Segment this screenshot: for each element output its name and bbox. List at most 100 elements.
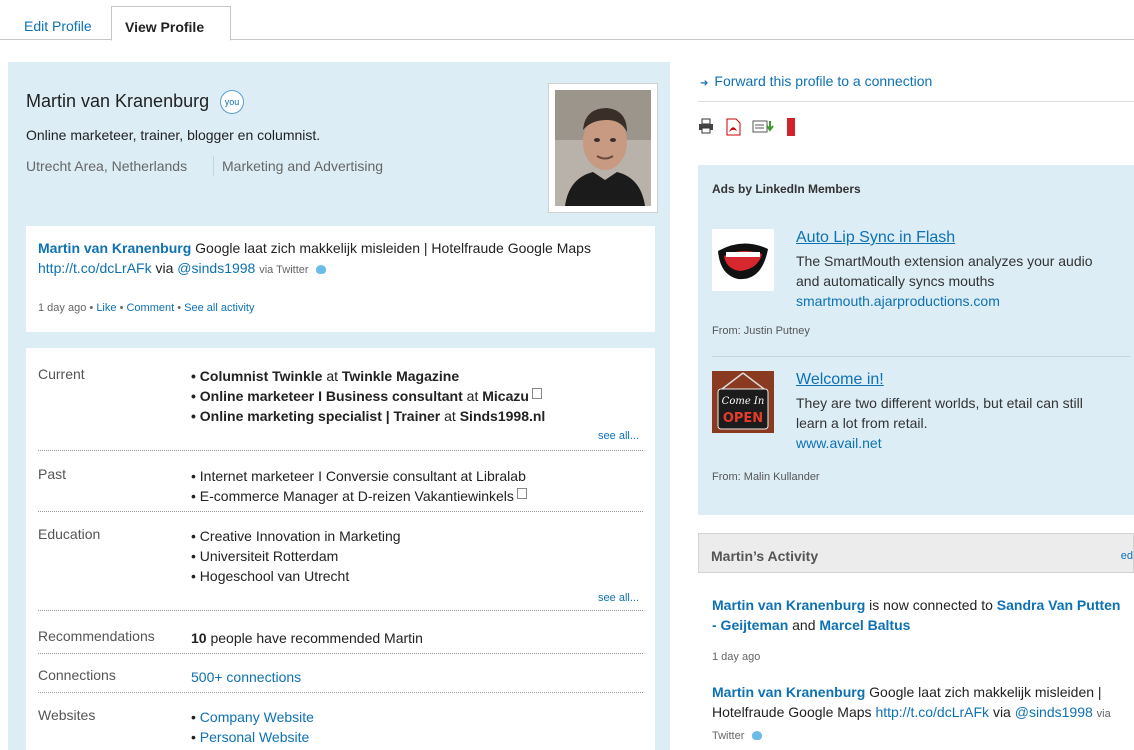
- ad-body-text: They are two different worlds, but etail…: [796, 395, 1083, 431]
- ad-image-text: Come In: [722, 396, 765, 407]
- connections-row: Connections 500+ connections: [38, 667, 643, 693]
- profile-headline: Online marketeer, trainer, blogger en co…: [26, 127, 321, 143]
- list-item: Columnist Twinkle at Twinkle Magazine: [191, 366, 545, 386]
- position-title: Online marketeer I Business consultant: [199, 388, 463, 404]
- ad-image-text: OPEN: [723, 411, 763, 426]
- see-all-education-link[interactable]: see all...: [598, 592, 639, 604]
- ad-title-link[interactable]: Auto Lip Sync in Flash: [796, 229, 955, 247]
- ad-image[interactable]: Come In OPEN: [712, 371, 774, 433]
- websites-row: Websites Company Website Personal Websit…: [38, 707, 643, 750]
- list-item: Internet marketeer I Conversie consultan…: [191, 466, 527, 486]
- recommendations-value: 10 people have recommended Martin: [191, 628, 423, 648]
- ad-title-link[interactable]: Welcome in!: [796, 371, 884, 389]
- profile-tabs: Edit Profile View Profile: [0, 0, 1134, 41]
- education-row: Education Creative Innovation in Marketi…: [38, 526, 643, 611]
- at-text: at: [444, 408, 456, 424]
- activity-via: via: [155, 260, 174, 276]
- current-label: Current: [38, 366, 85, 382]
- divider: [712, 356, 1130, 357]
- activity-title: Martin’s Activity: [711, 548, 819, 564]
- note-icon: [531, 388, 542, 399]
- ads-panel: Ads by LinkedIn Members Auto Lip Sync in…: [698, 165, 1134, 515]
- websites-list: Company Website Personal Website: [191, 707, 314, 747]
- activity-link[interactable]: http://t.co/dcLrAFk: [38, 260, 152, 276]
- recommendations-row: Recommendations 10 people have recommend…: [38, 628, 643, 654]
- company-link[interactable]: Micazu: [482, 388, 529, 404]
- position-title: Columnist Twinkle: [199, 368, 323, 384]
- current-row: Current Columnist Twinkle at Twinkle Mag…: [38, 366, 643, 451]
- past-position: E-commerce Manager at D-reizen Vakantiew…: [199, 488, 514, 504]
- ad-url-link[interactable]: www.avail.net: [796, 435, 882, 451]
- see-all-current-link[interactable]: see all...: [598, 430, 639, 442]
- at-text: at: [326, 368, 339, 384]
- note-icon: [516, 488, 527, 499]
- company-link[interactable]: Twinkle Magazine: [342, 368, 459, 384]
- forward-profile-link[interactable]: ➜ Forward this profile to a connection: [700, 73, 932, 89]
- list-item: Personal Website: [191, 727, 314, 747]
- you-badge: you: [220, 90, 244, 114]
- profile-photo-image: [555, 90, 651, 206]
- list-item: Universiteit Rotterdam: [191, 546, 401, 566]
- personal-website-link[interactable]: Personal Website: [200, 729, 309, 745]
- education-list: Creative Innovation in Marketing Univers…: [191, 526, 401, 586]
- twitter-bird-icon: [752, 730, 763, 740]
- past-label: Past: [38, 466, 67, 482]
- profile-location: Utrecht Area, Netherlands: [26, 158, 188, 174]
- profile-name: Martin van Kranenburg: [26, 91, 210, 111]
- activity-edit-link[interactable]: ed: [1121, 550, 1133, 562]
- recommendations-label: Recommendations: [38, 628, 155, 644]
- activity-update: Martin van Kranenburg Google laat zich m…: [38, 238, 598, 280]
- activity-time: 1 day ago: [38, 302, 87, 314]
- vcard-download-icon[interactable]: [752, 118, 776, 137]
- connections-value: 500+ connections: [191, 667, 301, 687]
- activity-meta: 1 day ago • Like • Comment • See all act…: [38, 302, 254, 314]
- tab-edit-profile[interactable]: Edit Profile: [24, 18, 92, 34]
- like-link[interactable]: Like: [96, 302, 116, 314]
- company-link[interactable]: Sinds1998.nl: [460, 408, 546, 424]
- feed-text: via: [992, 704, 1011, 720]
- ad-image[interactable]: [712, 229, 774, 291]
- ad-item: Come In OPEN Welcome in! They are two di…: [712, 371, 1132, 491]
- list-item: Hogeschool van Utrecht: [191, 566, 401, 586]
- tab-view-profile[interactable]: View Profile: [111, 6, 231, 41]
- past-list: Internet marketeer I Conversie consultan…: [191, 466, 527, 506]
- feed-item: Martin van Kranenburg Google laat zich m…: [712, 682, 1127, 746]
- ad-description: They are two different worlds, but etail…: [796, 393, 1116, 453]
- recommendations-count: 10: [191, 630, 207, 646]
- list-item: E-commerce Manager at D-reizen Vakantiew…: [191, 486, 527, 506]
- company-website-link[interactable]: Company Website: [200, 709, 314, 725]
- at-text: at: [466, 388, 479, 404]
- bookmark-icon[interactable]: [786, 118, 796, 139]
- separator: •: [177, 302, 182, 314]
- ads-title: Ads by LinkedIn Members: [712, 182, 861, 196]
- print-icon[interactable]: [698, 118, 714, 137]
- feed-author-link[interactable]: Martin van Kranenburg: [712, 597, 865, 613]
- activity-header: Martin’s Activity ed: [698, 533, 1134, 573]
- connections-label: Connections: [38, 667, 116, 683]
- profile-industry: Marketing and Advertising: [222, 158, 384, 174]
- feed-author-link[interactable]: Martin van Kranenburg: [712, 684, 865, 700]
- ad-from: From: Malin Kullander: [712, 471, 820, 483]
- feed-link[interactable]: http://t.co/dcLrAFk: [875, 704, 989, 720]
- see-all-activity-link[interactable]: See all activity: [184, 302, 254, 314]
- separator: •: [119, 302, 124, 314]
- feed-text: is now connected to: [869, 597, 993, 613]
- ad-body-text: The SmartMouth extension analyzes your a…: [796, 253, 1093, 289]
- comment-link[interactable]: Comment: [126, 302, 174, 314]
- past-row: Past Internet marketeer I Conversie cons…: [38, 466, 643, 512]
- twitter-handle-link[interactable]: @sinds1998: [1015, 704, 1093, 720]
- ad-from: From: Justin Putney: [712, 325, 810, 337]
- activity-author-link[interactable]: Martin van Kranenburg: [38, 240, 191, 256]
- twitter-handle-link[interactable]: @sinds1998: [177, 260, 255, 276]
- position-title: Online marketing specialist | Trainer: [199, 408, 441, 424]
- separator: •: [89, 302, 94, 314]
- profile-photo[interactable]: [548, 83, 658, 213]
- pdf-icon[interactable]: [725, 118, 741, 139]
- connection-link[interactable]: Marcel Baltus: [819, 617, 910, 633]
- connections-link[interactable]: 500+ connections: [191, 669, 301, 685]
- ad-url-link[interactable]: smartmouth.ajarproductions.com: [796, 293, 1000, 309]
- recent-activity-box: Martin van Kranenburg Google laat zich m…: [26, 226, 655, 332]
- divider: [213, 156, 214, 176]
- divider: [698, 101, 1134, 102]
- twitter-bird-icon: [316, 264, 327, 274]
